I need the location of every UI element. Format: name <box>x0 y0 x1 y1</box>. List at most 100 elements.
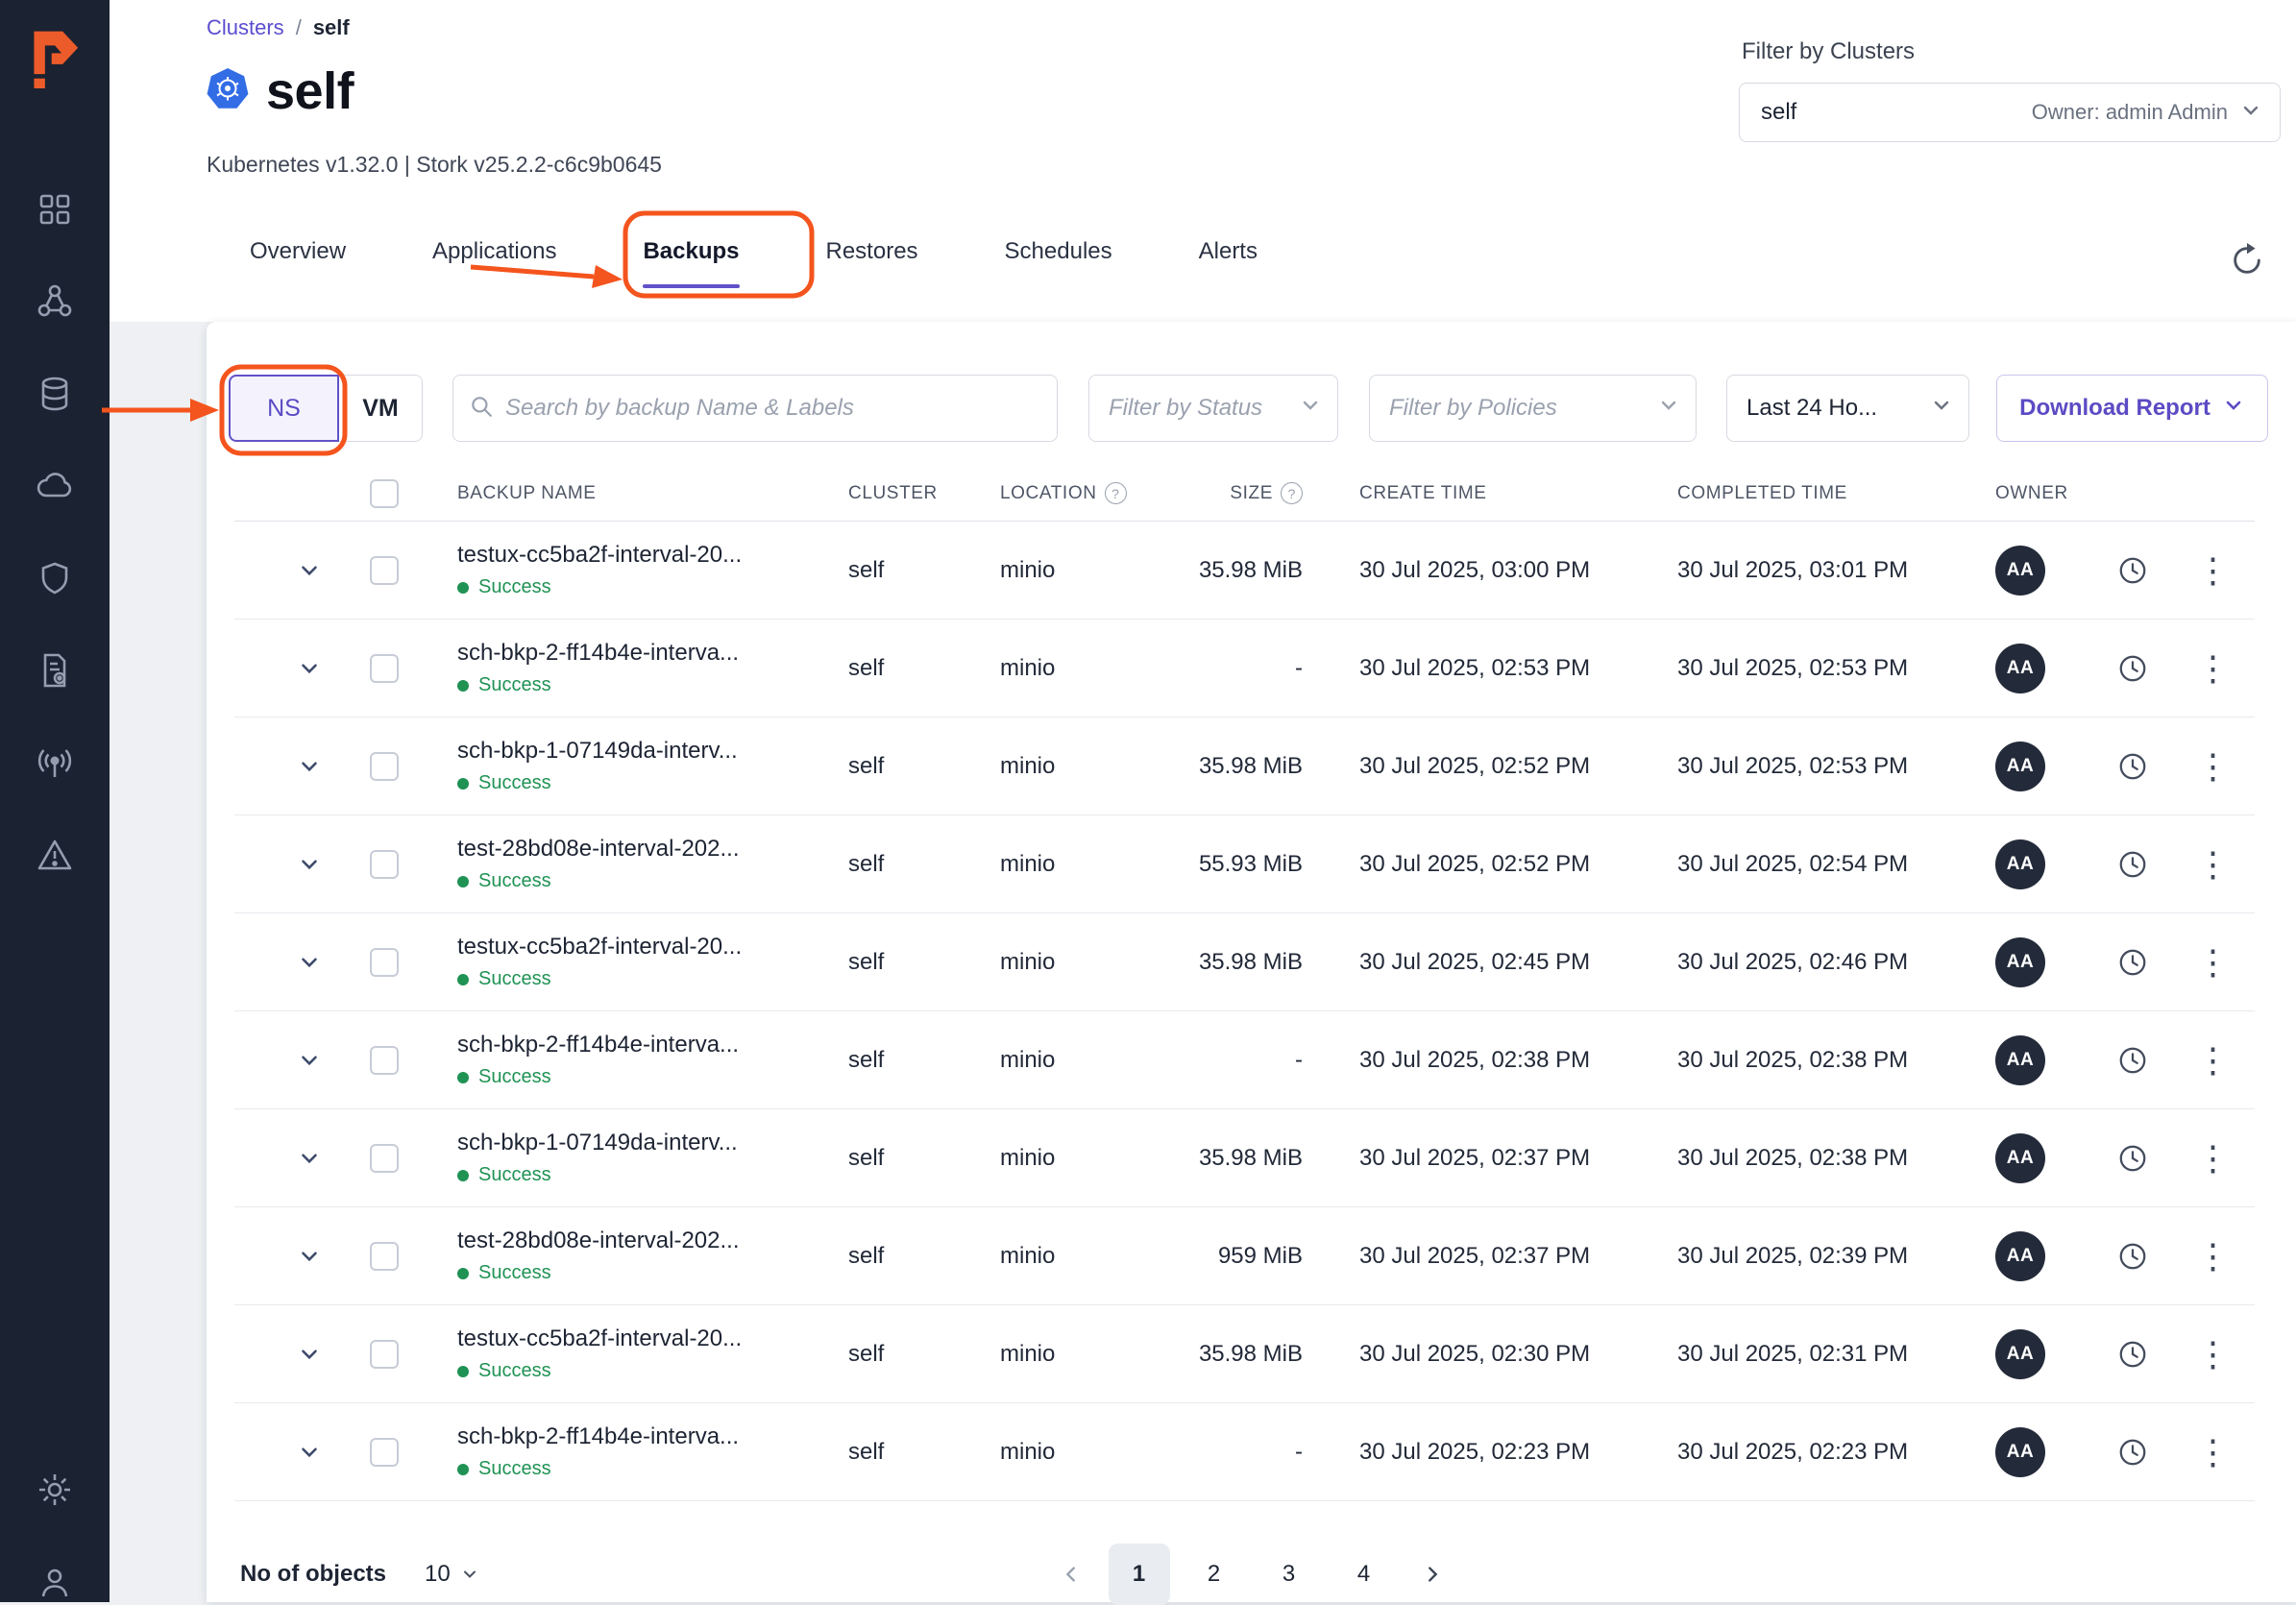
backup-name[interactable]: sch-bkp-1-07149da-interv... <box>457 1130 826 1156</box>
backup-name[interactable]: sch-bkp-2-ff14b4e-interva... <box>457 1032 826 1058</box>
kebab-menu-icon[interactable]: ⋮ <box>2171 651 2255 686</box>
header-location[interactable]: LOCATION <box>1000 483 1097 504</box>
clock-icon[interactable] <box>2094 751 2171 782</box>
tab-alerts[interactable]: Alerts <box>1199 238 1258 273</box>
row-checkbox[interactable] <box>370 948 399 977</box>
header-size[interactable]: SIZE <box>1230 483 1273 504</box>
kebab-menu-icon[interactable]: ⋮ <box>2171 1239 2255 1274</box>
header-owner[interactable]: OWNER <box>1960 483 2094 504</box>
row-checkbox[interactable] <box>370 850 399 879</box>
expand-chevron-icon[interactable] <box>234 852 346 877</box>
row-checkbox[interactable] <box>370 752 399 781</box>
kebab-menu-icon[interactable]: ⋮ <box>2171 945 2255 980</box>
clock-icon[interactable] <box>2094 947 2171 978</box>
cluster-filter-dropdown[interactable]: self Owner: admin Admin <box>1739 83 2281 142</box>
owner-avatar[interactable]: AA <box>1995 937 2045 987</box>
owner-avatar[interactable]: AA <box>1995 1427 2045 1477</box>
backup-name[interactable]: sch-bkp-2-ff14b4e-interva... <box>457 640 826 667</box>
page-3[interactable]: 3 <box>1258 1544 1320 1605</box>
owner-avatar[interactable]: AA <box>1995 839 2045 889</box>
backup-name[interactable]: test-28bd08e-interval-202... <box>457 1228 826 1254</box>
row-checkbox[interactable] <box>370 1438 399 1467</box>
ns-toggle-button[interactable]: NS <box>229 375 339 442</box>
clock-icon[interactable] <box>2094 1437 2171 1468</box>
owner-avatar[interactable]: AA <box>1995 546 2045 596</box>
header-create-time[interactable]: CREATE TIME <box>1316 483 1633 504</box>
activity-icon[interactable] <box>34 742 76 784</box>
policies-filter-dropdown[interactable]: Filter by Policies <box>1369 375 1697 442</box>
backup-name[interactable]: testux-cc5ba2f-interval-20... <box>457 1325 826 1352</box>
status-filter-dropdown[interactable]: Filter by Status <box>1088 375 1338 442</box>
expand-chevron-icon[interactable] <box>234 1342 346 1367</box>
select-all-checkbox[interactable] <box>370 479 399 508</box>
expand-chevron-icon[interactable] <box>234 950 346 975</box>
dashboard-icon[interactable] <box>34 188 76 231</box>
owner-avatar[interactable]: AA <box>1995 1329 2045 1379</box>
cloud-icon[interactable] <box>34 465 76 507</box>
clock-icon[interactable] <box>2094 1143 2171 1174</box>
owner-avatar[interactable]: AA <box>1995 1035 2045 1085</box>
settings-gear-icon[interactable] <box>34 1469 76 1511</box>
download-report-button[interactable]: Download Report <box>1996 375 2268 442</box>
expand-chevron-icon[interactable] <box>234 1244 346 1269</box>
owner-avatar[interactable]: AA <box>1995 742 2045 791</box>
owner-avatar[interactable]: AA <box>1995 1133 2045 1183</box>
backup-name[interactable]: sch-bkp-1-07149da-interv... <box>457 738 826 765</box>
expand-chevron-icon[interactable] <box>234 754 346 779</box>
app-logo-icon[interactable] <box>25 27 83 93</box>
backup-name[interactable]: testux-cc5ba2f-interval-20... <box>457 934 826 961</box>
rules-icon[interactable] <box>34 649 76 692</box>
row-checkbox[interactable] <box>370 1340 399 1369</box>
expand-chevron-icon[interactable] <box>234 1146 346 1171</box>
row-checkbox[interactable] <box>370 1242 399 1271</box>
backup-name[interactable]: sch-bkp-2-ff14b4e-interva... <box>457 1423 826 1450</box>
kebab-menu-icon[interactable]: ⋮ <box>2171 1043 2255 1078</box>
pagination-prev-icon[interactable] <box>1047 1544 1095 1605</box>
owner-avatar[interactable]: AA <box>1995 1231 2045 1281</box>
row-checkbox[interactable] <box>370 654 399 683</box>
backups-icon[interactable] <box>34 373 76 415</box>
security-icon[interactable] <box>34 557 76 599</box>
tab-applications[interactable]: Applications <box>432 238 556 273</box>
kebab-menu-icon[interactable]: ⋮ <box>2171 847 2255 882</box>
page-4[interactable]: 4 <box>1333 1544 1395 1605</box>
kebab-menu-icon[interactable]: ⋮ <box>2171 1435 2255 1470</box>
tab-schedules[interactable]: Schedules <box>1005 238 1112 273</box>
page-1[interactable]: 1 <box>1109 1544 1170 1605</box>
page-2[interactable]: 2 <box>1184 1544 1245 1605</box>
backup-name[interactable]: testux-cc5ba2f-interval-20... <box>457 542 826 569</box>
kebab-menu-icon[interactable]: ⋮ <box>2171 1141 2255 1176</box>
header-cluster[interactable]: CLUSTER <box>826 483 980 504</box>
tab-overview[interactable]: Overview <box>250 238 346 273</box>
vm-toggle-button[interactable]: VM <box>338 375 423 442</box>
clock-icon[interactable] <box>2094 1339 2171 1370</box>
clusters-icon[interactable] <box>34 280 76 323</box>
tab-restores[interactable]: Restores <box>826 238 918 273</box>
kebab-menu-icon[interactable]: ⋮ <box>2171 749 2255 784</box>
clock-icon[interactable] <box>2094 653 2171 684</box>
tab-backups[interactable]: Backups <box>643 238 739 273</box>
kebab-menu-icon[interactable]: ⋮ <box>2171 553 2255 588</box>
clock-icon[interactable] <box>2094 849 2171 880</box>
clock-icon[interactable] <box>2094 1241 2171 1272</box>
row-checkbox[interactable] <box>370 556 399 585</box>
row-checkbox[interactable] <box>370 1046 399 1075</box>
alerts-icon[interactable] <box>34 834 76 876</box>
location-help-icon[interactable]: ? <box>1105 482 1127 504</box>
expand-chevron-icon[interactable] <box>234 656 346 681</box>
kebab-menu-icon[interactable]: ⋮ <box>2171 1337 2255 1372</box>
size-help-icon[interactable]: ? <box>1281 482 1303 504</box>
time-range-dropdown[interactable]: Last 24 Ho... <box>1726 375 1969 442</box>
pagination-next-icon[interactable] <box>1408 1544 1456 1605</box>
breadcrumb-clusters-link[interactable]: Clusters <box>207 15 284 40</box>
expand-chevron-icon[interactable] <box>234 1440 346 1465</box>
search-input[interactable] <box>505 395 1041 422</box>
expand-chevron-icon[interactable] <box>234 1048 346 1073</box>
header-backup-name[interactable]: BACKUP NAME <box>423 483 826 504</box>
header-completed-time[interactable]: COMPLETED TIME <box>1633 483 1960 504</box>
owner-avatar[interactable]: AA <box>1995 644 2045 693</box>
clock-icon[interactable] <box>2094 555 2171 586</box>
clock-icon[interactable] <box>2094 1045 2171 1076</box>
backup-name[interactable]: test-28bd08e-interval-202... <box>457 836 826 863</box>
row-checkbox[interactable] <box>370 1144 399 1173</box>
